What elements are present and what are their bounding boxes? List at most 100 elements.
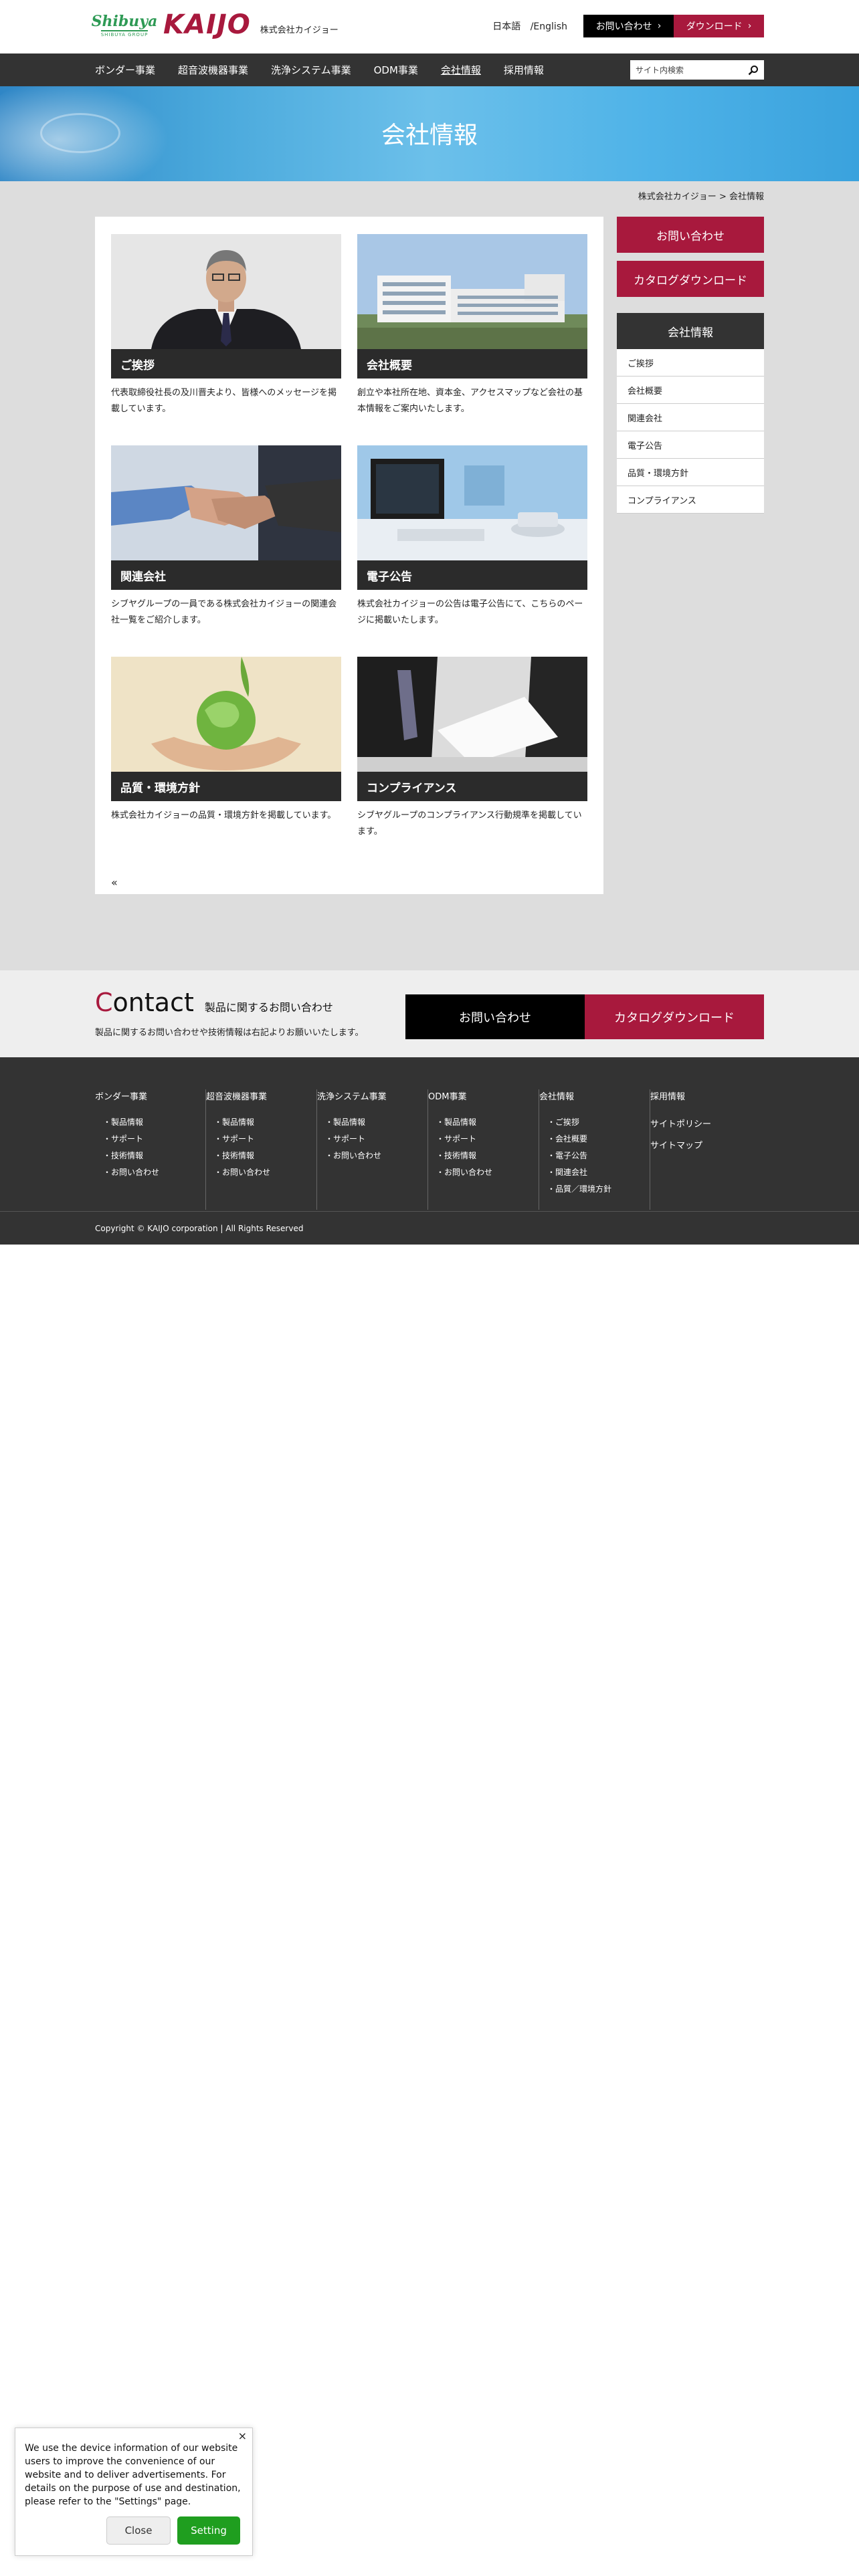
footer-link[interactable]: ・品質／環境方針 [539, 1181, 650, 1198]
shibuya-group-logo: Shibuya SHIBUYA GROUP [92, 14, 158, 37]
lang-en-link[interactable]: /English [531, 21, 567, 32]
footer-link[interactable]: ・お問い合わせ [206, 1164, 316, 1181]
breadcrumb: 株式会社カイジョー > 会社情報 [638, 189, 764, 202]
sidebar-item-greeting[interactable]: ご挨拶 [617, 349, 764, 377]
nav-item-company[interactable]: 会社情報 [441, 63, 481, 77]
search-input[interactable]: サイト内検索 [636, 64, 748, 76]
portrait-photo-icon[interactable] [111, 234, 341, 349]
nav-item-recruit[interactable]: 採用情報 [504, 63, 544, 77]
site-header: Shibuya SHIBUYA GROUP KAIJO 株式会社カイジョー 日本… [0, 0, 859, 53]
footer-link[interactable]: ・サポート [95, 1131, 205, 1148]
footer-link[interactable]: ・電子公告 [539, 1148, 650, 1164]
sidebar-item-affiliates[interactable]: 関連会社 [617, 404, 764, 431]
footer-link[interactable]: ・サポート [428, 1131, 539, 1148]
sidebar-contact-button[interactable]: お問い合わせ [617, 217, 764, 253]
footer-link[interactable]: ・お問い合わせ [317, 1148, 427, 1164]
card-title[interactable]: ご挨拶 [111, 349, 341, 379]
footer-link[interactable]: ・製品情報 [317, 1114, 427, 1131]
footer-link[interactable]: ・技術情報 [95, 1148, 205, 1164]
footer-link[interactable]: ・技術情報 [428, 1148, 539, 1164]
contact-band: Contact 製品に関するお問い合わせ 製品に関するお問い合わせや技術情報は右… [0, 970, 859, 1057]
site-logo[interactable]: Shibuya SHIBUYA GROUP KAIJO 株式会社カイジョー [92, 11, 339, 38]
footer-link[interactable]: ・サポート [206, 1131, 316, 1148]
card-title[interactable]: 電子公告 [357, 560, 587, 590]
footer-link[interactable]: ・サポート [317, 1131, 427, 1148]
cookie-setting-button[interactable]: Setting [177, 2516, 240, 2545]
site-footer: ボンダー事業 ・製品情報 ・サポート ・技術情報 ・お問い合わせ 超音波機器事業… [0, 1057, 859, 1211]
card-description: 株式会社カイジョーの公告は電子公告にて、こちらのページに掲載いたします。 [357, 599, 583, 625]
search-icon[interactable] [748, 65, 759, 76]
lang-ja-link[interactable]: 日本語 [492, 21, 520, 32]
footer-link[interactable]: ・製品情報 [428, 1114, 539, 1131]
cookie-notice: × We use the device information of our w… [15, 2428, 253, 2556]
sidebar-item-e-notice[interactable]: 電子公告 [617, 431, 764, 459]
nav-item-ultrasonic[interactable]: 超音波機器事業 [178, 63, 248, 77]
contact-subtitle: 製品に関するお問い合わせ [204, 1001, 333, 1014]
sidebar-catalog-button[interactable]: カタログダウンロード [617, 261, 764, 297]
globe-hands-photo-icon[interactable] [111, 657, 341, 772]
card-description: 株式会社カイジョーの品質・環境方針を掲載しています。 [111, 811, 337, 821]
chevron-right-icon: › [747, 21, 752, 31]
breadcrumb-current: 会社情報 [729, 192, 764, 202]
footer-link[interactable]: ・技術情報 [206, 1148, 316, 1164]
card-title[interactable]: コンプライアンス [357, 772, 587, 801]
footer-link[interactable]: ・お問い合わせ [95, 1164, 205, 1181]
page-hero: 会社情報 [0, 86, 859, 181]
main-area: 株式会社カイジョー > 会社情報 ご挨拶 代表取締役社長の及川晋夫より、皆様への… [0, 181, 859, 970]
document-handover-photo-icon[interactable] [357, 657, 587, 772]
card-title[interactable]: 品質・環境方針 [111, 772, 341, 801]
card-title[interactable]: 会社概要 [357, 349, 587, 379]
cookie-close-button[interactable]: Close [106, 2516, 171, 2545]
footer-column-title[interactable]: 超音波機器事業 [206, 1089, 316, 1102]
footer-link[interactable]: ・会社概要 [539, 1131, 650, 1148]
card-affiliates[interactable]: 関連会社 シブヤグループの一員である株式会社カイジョーの関連会社一覧をご紹介しま… [111, 445, 341, 657]
handshake-photo-icon[interactable] [111, 445, 341, 560]
footer-link[interactable]: ・ご挨拶 [539, 1114, 650, 1131]
footer-link[interactable]: ・製品情報 [95, 1114, 205, 1131]
card-greeting[interactable]: ご挨拶 代表取締役社長の及川晋夫より、皆様へのメッセージを掲載しています。 [111, 234, 341, 445]
footer-link[interactable]: ・製品情報 [206, 1114, 316, 1131]
nav-item-bonder[interactable]: ボンダー事業 [95, 63, 155, 77]
footer-link[interactable]: ・関連会社 [539, 1164, 650, 1181]
footer-column-bonder: ボンダー事業 ・製品情報 ・サポート ・技術情報 ・お問い合わせ [95, 1089, 206, 1210]
sidebar-heading: 会社情報 [617, 313, 764, 349]
footer-column-title[interactable]: 洗浄システム事業 [317, 1089, 427, 1102]
copyright-bar: Copyright © KAIJO corporation | All Righ… [0, 1211, 859, 1245]
office-desk-photo-icon[interactable] [357, 445, 587, 560]
sidebar-item-quality[interactable]: 品質・環境方針 [617, 459, 764, 486]
card-compliance[interactable]: コンプライアンス シブヤグループのコンプライアンス行動規準を掲載しています。 [357, 657, 587, 868]
card-electronic-notice[interactable]: 電子公告 株式会社カイジョーの公告は電子公告にて、こちらのページに掲載いたします… [357, 445, 587, 657]
nav-item-cleaning[interactable]: 洗浄システム事業 [271, 63, 351, 77]
shibuya-logo-sub: SHIBUYA GROUP [100, 30, 149, 37]
band-contact-button[interactable]: お問い合わせ [405, 994, 585, 1039]
card-quality-environment[interactable]: 品質・環境方針 株式会社カイジョーの品質・環境方針を掲載しています。 [111, 657, 341, 868]
header-contact-label: お問い合わせ [595, 21, 652, 32]
footer-column-title[interactable]: 採用情報 [650, 1089, 761, 1102]
close-icon[interactable]: × [238, 2430, 247, 2442]
copyright-text: Copyright © KAIJO corporation | All Righ… [95, 1223, 304, 1233]
nav-item-odm[interactable]: ODM事業 [374, 63, 418, 77]
contact-description: 製品に関するお問い合わせや技術情報は右記よりお願いいたします。 [95, 1028, 364, 1038]
breadcrumb-separator: > [719, 192, 727, 202]
footer-link[interactable]: サイトマップ [650, 1136, 761, 1157]
site-search[interactable]: サイト内検索 [630, 60, 764, 80]
card-description: 創立や本社所在地、資本金、アクセスマップなど会社の基本情報をご案内いたします。 [357, 388, 583, 414]
sidebar-item-compliance[interactable]: コンプライアンス [617, 486, 764, 514]
footer-column-company: 会社情報 ・ご挨拶 ・会社概要 ・電子公告 ・関連会社 ・品質／環境方針 [539, 1089, 650, 1210]
contact-title-rest: ontact [112, 988, 194, 1017]
footer-link[interactable]: サイトポリシー [650, 1114, 761, 1136]
band-catalog-button[interactable]: カタログダウンロード [585, 994, 764, 1039]
card-title[interactable]: 関連会社 [111, 560, 341, 590]
header-contact-button[interactable]: お問い合わせ › [583, 15, 674, 37]
sidebar-item-overview[interactable]: 会社概要 [617, 377, 764, 404]
building-photo-icon[interactable] [357, 234, 587, 349]
header-download-button[interactable]: ダウンロード › [674, 15, 764, 37]
breadcrumb-home[interactable]: 株式会社カイジョー [638, 192, 717, 202]
footer-link[interactable]: ・お問い合わせ [428, 1164, 539, 1181]
footer-column-title[interactable]: 会社情報 [539, 1089, 650, 1102]
footer-column-title[interactable]: ボンダー事業 [95, 1089, 205, 1102]
footer-column-title[interactable]: ODM事業 [428, 1089, 539, 1102]
back-link[interactable]: « [111, 876, 587, 889]
page-title: 会社情報 [381, 122, 478, 149]
card-company-overview[interactable]: 会社概要 創立や本社所在地、資本金、アクセスマップなど会社の基本情報をご案内いた… [357, 234, 587, 445]
